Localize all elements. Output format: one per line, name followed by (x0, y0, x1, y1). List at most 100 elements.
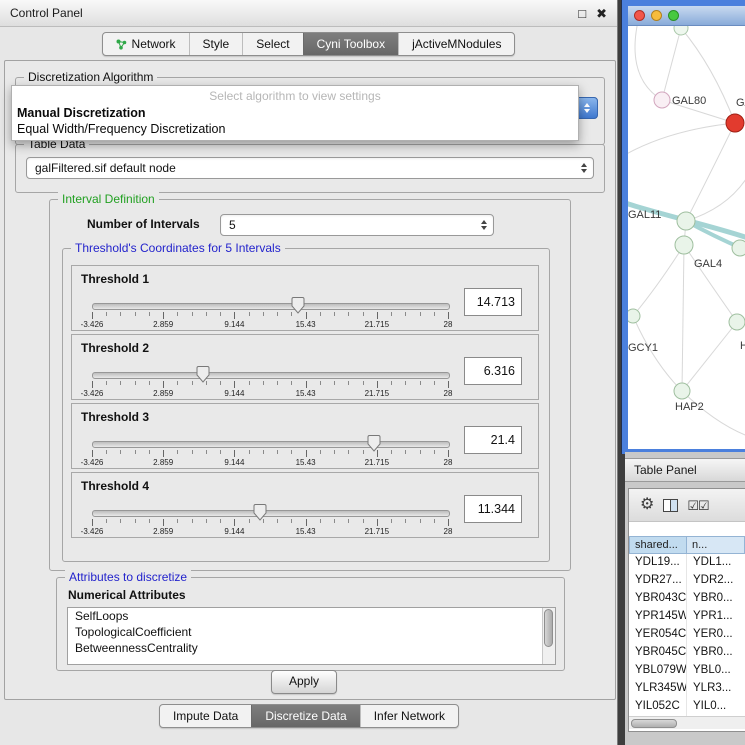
network-edge[interactable] (633, 245, 684, 316)
threshold-value-input[interactable] (464, 288, 522, 316)
threshold-slider-track[interactable] (92, 372, 450, 379)
slider-tick (277, 450, 278, 454)
gear-icon[interactable]: ⚙ (640, 497, 654, 513)
threshold-value-input[interactable] (464, 357, 522, 385)
table-cell[interactable]: YBL0... (687, 662, 745, 680)
network-edge[interactable] (686, 123, 735, 221)
network-node[interactable] (729, 314, 745, 330)
tick-label: 9.144 (224, 320, 244, 329)
table-row[interactable]: YBR045CYBR0... (629, 644, 745, 662)
number-of-intervals-combobox[interactable]: 5 (220, 214, 494, 236)
table-cell[interactable]: YPR1... (687, 608, 745, 626)
attribute-item[interactable]: SelfLoops (68, 608, 555, 624)
table-row[interactable]: YLR345WYLR3... (629, 680, 745, 698)
table-row[interactable]: YIL052CYIL0... (629, 698, 745, 716)
group-title: Discretization Algorithm (24, 70, 157, 84)
network-canvas[interactable]: GAL80GAGAL11GAL4GCY1HHAP2 (628, 26, 745, 449)
table-cell[interactable]: YIL0... (687, 698, 745, 716)
network-node[interactable] (732, 240, 745, 256)
threshold-slider-track[interactable] (92, 510, 450, 517)
table-cell[interactable]: YDR2... (687, 572, 745, 590)
tab-cyni-toolbox[interactable]: Cyni Toolbox (303, 33, 398, 55)
table-cell[interactable]: YBR045C (629, 644, 687, 662)
tab-impute-data[interactable]: Impute Data (160, 705, 251, 727)
table-row[interactable]: YDR27...YDR2... (629, 572, 745, 590)
tab-discretize-data[interactable]: Discretize Data (251, 705, 359, 727)
table-cell[interactable]: YER054C (629, 626, 687, 644)
close-traffic-light-icon[interactable] (634, 10, 645, 21)
table-row[interactable]: YDL19...YDL1... (629, 554, 745, 572)
network-node[interactable] (675, 236, 693, 254)
table-cell[interactable]: YBR043C (629, 590, 687, 608)
network-node[interactable] (677, 212, 695, 230)
control-panel-titlebar[interactable]: Control Panel □ ✖ (0, 0, 617, 27)
network-edge[interactable] (662, 28, 681, 100)
column-header-name[interactable]: n... (687, 536, 745, 554)
network-edge[interactable] (635, 26, 662, 100)
network-edge[interactable] (682, 391, 745, 438)
scrollbar-thumb[interactable] (544, 609, 553, 647)
table-cell[interactable]: YPR145W (629, 608, 687, 626)
table-data-combobox[interactable]: galFiltered.sif default node (26, 157, 594, 179)
minimize-icon[interactable]: □ (578, 7, 586, 20)
threshold-value-input[interactable] (464, 426, 522, 454)
slider-tick (448, 312, 449, 319)
table-cell[interactable]: YLR3... (687, 680, 745, 698)
dropdown-option-equal-width-frequency[interactable]: Equal Width/Frequency Discretization (12, 121, 578, 137)
table-cell[interactable]: YBL079W (629, 662, 687, 680)
table-horizontal-scrollbar[interactable] (629, 716, 745, 729)
network-window-titlebar[interactable] (628, 6, 745, 26)
table-row[interactable]: YPR145WYPR1... (629, 608, 745, 626)
attribute-item[interactable]: TopologicalCoefficient (68, 624, 555, 640)
slider-tick (177, 381, 178, 385)
network-edge[interactable] (628, 123, 735, 156)
table-cell[interactable]: YER0... (687, 626, 745, 644)
table-row[interactable]: YBL079WYBL0... (629, 662, 745, 680)
tab-style[interactable]: Style (189, 33, 243, 55)
network-node[interactable] (628, 309, 640, 323)
network-node[interactable] (726, 114, 744, 132)
table-cell[interactable]: YBR0... (687, 644, 745, 662)
columns-icon[interactable] (663, 499, 678, 512)
tab-jactivemnodules[interactable]: jActiveMNodules (398, 33, 514, 55)
table-cell[interactable]: YBR0... (687, 590, 745, 608)
tab-label: Cyni Toolbox (317, 37, 385, 51)
table-cell[interactable]: YDR27... (629, 572, 687, 590)
network-canvas-svg: GAL80GAGAL11GAL4GCY1HHAP2 (628, 26, 745, 449)
threshold-slider-track[interactable] (92, 441, 450, 448)
table-cell[interactable]: YLR345W (629, 680, 687, 698)
network-node[interactable] (674, 383, 690, 399)
attribute-item[interactable]: BetweennessCentrality (68, 640, 555, 656)
list-vertical-scrollbar[interactable] (542, 608, 555, 664)
table-row[interactable]: YBR043CYBR0... (629, 590, 745, 608)
threshold-slider-track[interactable] (92, 303, 450, 310)
network-node[interactable] (674, 26, 688, 35)
tab-select[interactable]: Select (242, 33, 302, 55)
table-cell[interactable]: YDL1... (687, 554, 745, 572)
network-edge[interactable] (682, 322, 737, 391)
table-cell[interactable]: YDL19... (629, 554, 687, 572)
dropdown-option-manual-discretization[interactable]: Manual Discretization (12, 105, 578, 121)
slider-tick (291, 381, 292, 385)
network-edge[interactable] (686, 176, 745, 221)
minimize-traffic-light-icon[interactable] (651, 10, 662, 21)
scrollbar-thumb[interactable] (631, 719, 677, 728)
tab-network[interactable]: Network (103, 33, 189, 55)
table-panel-header[interactable]: Table Panel (625, 458, 745, 482)
slider-tick (249, 381, 250, 385)
network-edge[interactable] (684, 245, 737, 322)
tab-infer-network[interactable]: Infer Network (360, 705, 458, 727)
dropdown-placeholder-item[interactable]: Select algorithm to view settings (12, 86, 578, 105)
zoom-traffic-light-icon[interactable] (668, 10, 679, 21)
select-all-checkbox-icon[interactable]: ☑☑ (687, 499, 708, 512)
table-row[interactable]: YER054CYER0... (629, 626, 745, 644)
network-node[interactable] (654, 92, 670, 108)
slider-tick (420, 312, 421, 316)
threshold-value-input[interactable] (464, 495, 522, 523)
table-cell[interactable]: YIL052C (629, 698, 687, 716)
close-icon[interactable]: ✖ (596, 7, 607, 20)
apply-button[interactable]: Apply (271, 670, 337, 694)
column-header-shared-name[interactable]: shared... (629, 536, 687, 554)
network-edge[interactable] (682, 245, 684, 391)
slider-tick (320, 381, 321, 385)
